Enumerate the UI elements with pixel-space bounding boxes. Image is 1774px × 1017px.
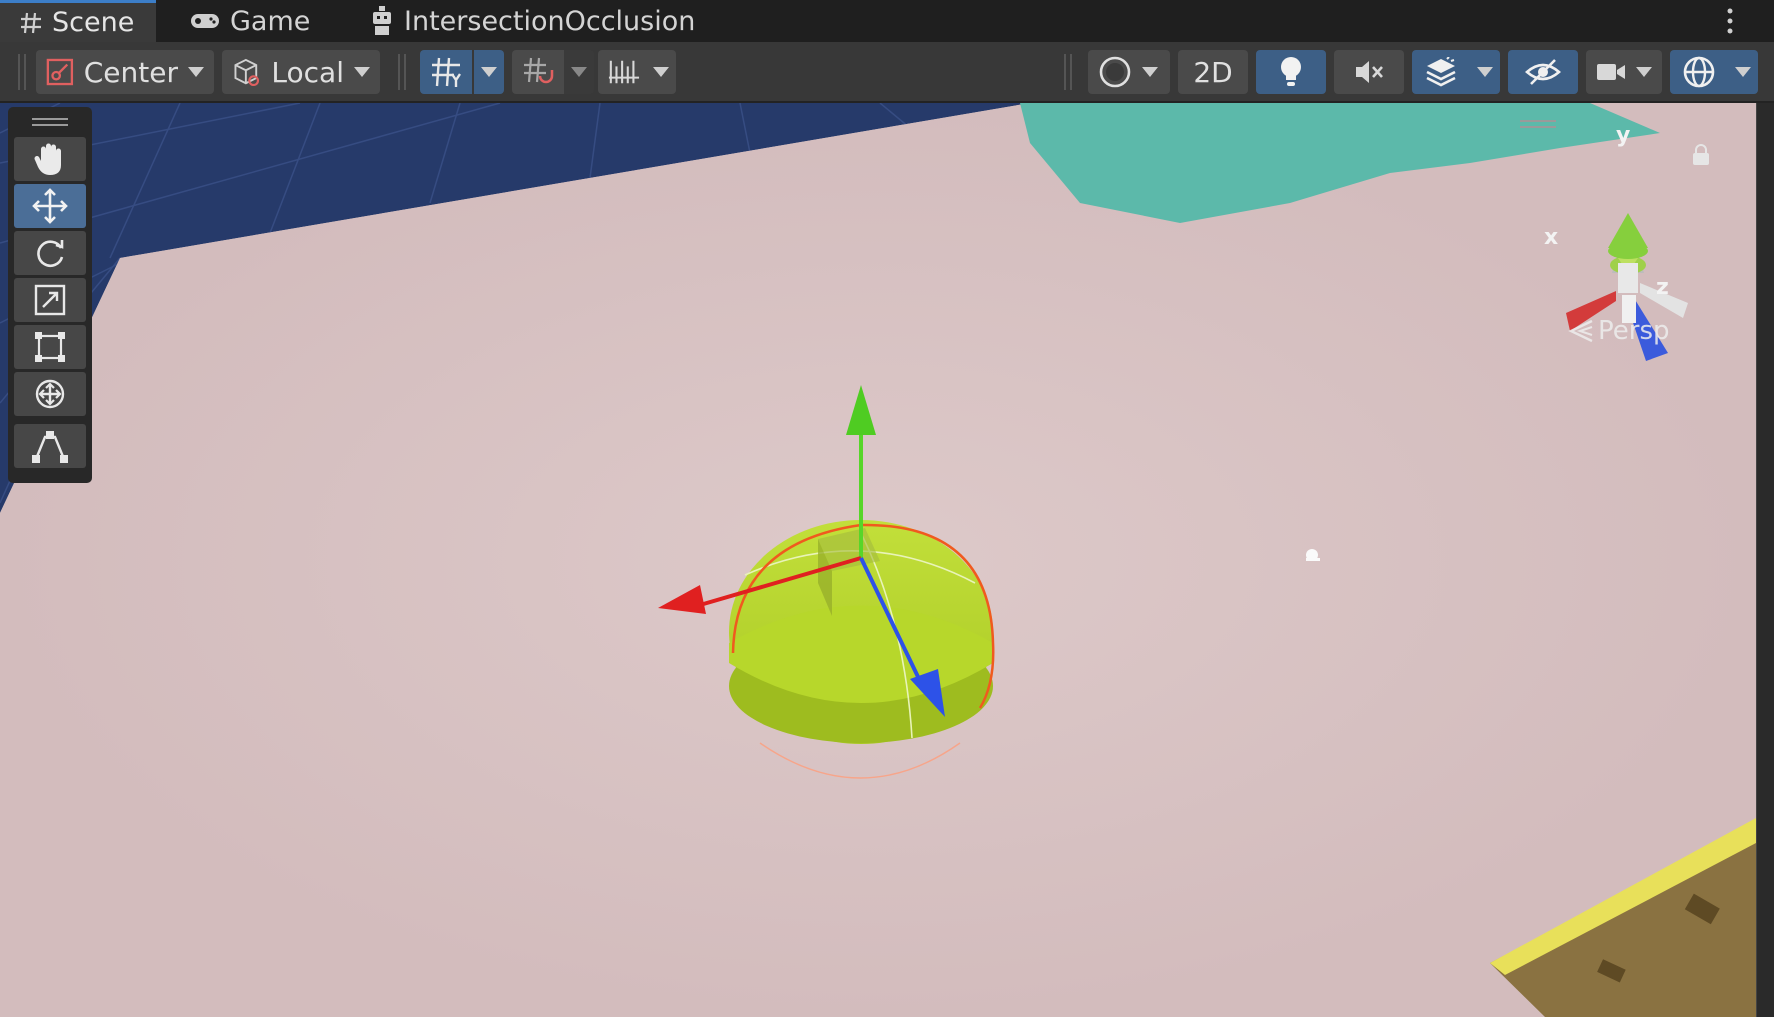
space-mode-dropdown[interactable]: Local — [222, 50, 380, 94]
rect-transform-icon — [35, 332, 65, 362]
robot-icon — [373, 6, 391, 35]
chevron-down-icon — [653, 67, 669, 77]
transform-icon — [35, 379, 65, 409]
tab-game[interactable]: Game — [170, 0, 330, 42]
pivot-mode-label: Center — [83, 55, 178, 89]
scene-camera-dropdown[interactable] — [1586, 50, 1662, 94]
gizmos-toggle[interactable] — [1670, 50, 1728, 94]
effects-stack-icon — [1426, 57, 1456, 87]
hand-icon — [34, 143, 61, 175]
projection-toggle[interactable]: Persp — [1568, 316, 1670, 346]
toolbar-grip — [398, 54, 406, 90]
custom-tool-button[interactable] — [14, 424, 86, 468]
gizmos-icon — [1683, 56, 1715, 88]
scene-audio-toggle[interactable] — [1334, 50, 1404, 94]
tab-label: Game — [230, 5, 311, 37]
increment-snap-dropdown[interactable] — [564, 50, 594, 94]
grid-snap-toggle[interactable] — [420, 50, 472, 94]
overlay-drag-handle[interactable] — [14, 113, 86, 131]
move-arrows-icon — [32, 188, 68, 224]
move-tool-button[interactable] — [14, 184, 86, 228]
ruler-snap-icon — [608, 60, 640, 84]
scene-effects-dropdown[interactable] — [1470, 50, 1500, 94]
tab-label: Scene — [52, 7, 135, 38]
tools-overlay — [8, 107, 92, 483]
scale-icon — [34, 284, 66, 316]
lighting-bulb-icon — [1281, 57, 1301, 86]
tab-intersection-occlusion[interactable]: IntersectionOcclusion — [350, 0, 715, 42]
viewport-scrollbar[interactable] — [1756, 103, 1774, 1017]
grid-hash-icon — [21, 12, 41, 33]
scale-tool-button[interactable] — [14, 278, 86, 322]
chevron-down-icon — [188, 67, 204, 77]
scene-effects-toggle[interactable] — [1412, 50, 1470, 94]
chevron-down-icon — [1142, 67, 1158, 77]
chevron-down-icon — [481, 67, 497, 77]
gizmo-y-label: y — [1616, 123, 1631, 148]
toggle-2d-label: 2D — [1193, 55, 1233, 89]
ruler-snap-dropdown[interactable] — [646, 50, 676, 94]
tab-scene[interactable]: Scene — [0, 0, 156, 42]
tab-label: IntersectionOcclusion — [404, 5, 696, 37]
toolbar-grip — [1064, 54, 1072, 90]
toggle-2d-button[interactable]: 2D — [1178, 50, 1248, 94]
more-options-icon[interactable] — [1726, 8, 1734, 38]
gizmo-z-label: z — [1656, 275, 1669, 300]
toolbar-grip — [18, 54, 26, 90]
space-mode-label: Local — [271, 55, 344, 89]
pivot-mode-dropdown[interactable]: Center — [36, 50, 214, 94]
pivot-center-icon — [46, 58, 74, 86]
local-space-cube-icon — [234, 58, 260, 87]
shading-mode-dropdown[interactable] — [1088, 50, 1170, 94]
gizmo-x-label: x — [1544, 225, 1559, 250]
projection-label: Persp — [1598, 316, 1670, 346]
rotate-tool-button[interactable] — [14, 231, 86, 275]
rotate-icon — [37, 240, 64, 267]
increment-snap-toggle[interactable] — [512, 50, 564, 94]
perspective-icon — [1568, 319, 1593, 343]
editor-tab-bar: Scene Game IntersectionOcclusion — [0, 0, 1774, 42]
grid-snap-icon — [432, 57, 461, 87]
gamepad-icon — [191, 14, 219, 28]
hand-tool-button[interactable] — [14, 137, 86, 181]
scene-visibility-toggle[interactable] — [1508, 50, 1578, 94]
custom-editor-tool-icon — [32, 431, 68, 463]
scene-viewport[interactable]: y x z — [0, 103, 1756, 1017]
grid-snap-dropdown[interactable] — [474, 50, 504, 94]
scene-rendering — [0, 103, 1756, 1017]
scene-visibility-icon — [1525, 59, 1561, 85]
chevron-down-icon — [571, 67, 587, 77]
rect-tool-button[interactable] — [14, 325, 86, 369]
chevron-down-icon — [1735, 67, 1751, 77]
chevron-down-icon — [1477, 67, 1493, 77]
shading-mode-icon — [1099, 56, 1131, 88]
scene-toolbar: Center Local 2D — [0, 42, 1774, 102]
scene-lighting-toggle[interactable] — [1256, 50, 1326, 94]
audio-mute-icon — [1356, 61, 1383, 83]
transform-tool-button[interactable] — [14, 372, 86, 416]
gizmos-dropdown[interactable] — [1728, 50, 1758, 94]
ruler-snap-toggle[interactable] — [598, 50, 650, 94]
camera-icon — [1597, 64, 1625, 80]
chevron-down-icon — [354, 67, 370, 77]
increment-snap-icon — [524, 57, 554, 84]
chevron-down-icon — [1636, 67, 1652, 77]
